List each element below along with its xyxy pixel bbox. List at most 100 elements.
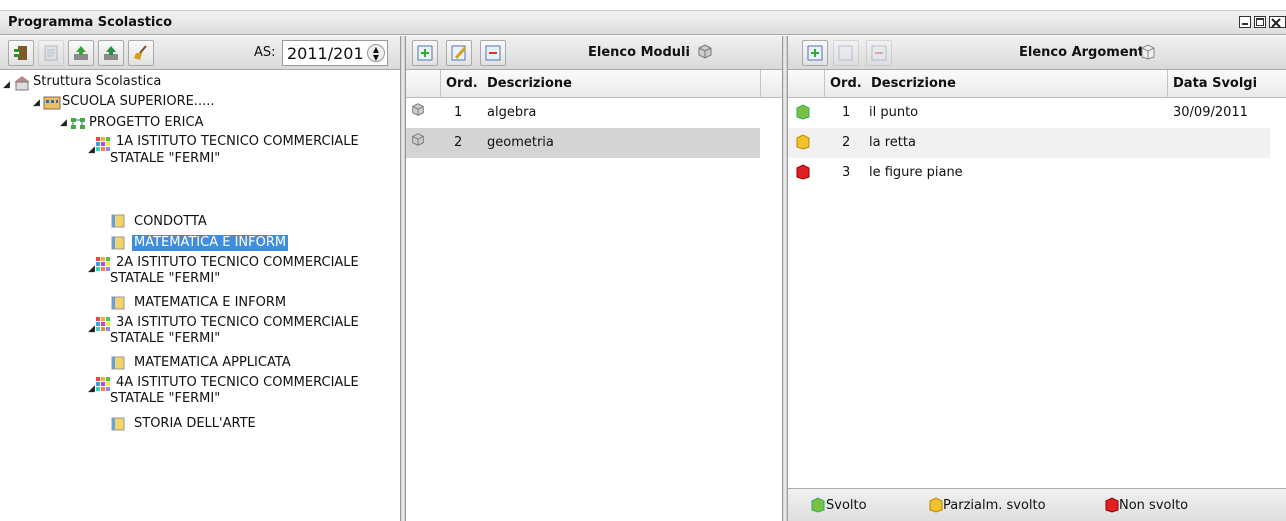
modules-toolbar: Elenco Moduli	[406, 36, 782, 70]
subject-icon	[111, 356, 125, 370]
status-partial-icon	[929, 497, 943, 513]
maximize-button[interactable]	[1254, 16, 1266, 28]
tree-school[interactable]: SCUOLA SUPERIORE.....	[62, 94, 214, 110]
column-header-description[interactable]: Descrizione	[871, 76, 956, 91]
collapse-arrow-icon[interactable]: ◢	[88, 384, 95, 394]
tree-subject-selected[interactable]: MATEMATICA E INFORM	[132, 235, 289, 251]
as-label: AS:	[254, 45, 276, 60]
edit-topic-button[interactable]	[833, 40, 859, 66]
topics-toolbar: Elenco Argomenti	[788, 36, 1286, 70]
status-legend: Svolto Parzialm. svolto Non svolto	[788, 488, 1286, 521]
class-icon	[96, 317, 110, 331]
document-icon	[44, 45, 58, 61]
tree-pane: AS: 2011/201 ▲ ▼ ◢ Struttura Scolastica ◢…	[0, 36, 400, 521]
legend-partial: Parzialm. svolto	[943, 498, 1046, 513]
tree-class-3-line1[interactable]: 3A ISTITUTO TECNICO COMMERCIALE	[116, 315, 359, 331]
legend-done: Svolto	[826, 498, 867, 513]
topics-title: Elenco Argomenti	[1019, 45, 1149, 60]
school-icon	[43, 96, 61, 110]
legend-not-done: Non svolto	[1119, 498, 1189, 513]
modules-title: Elenco Moduli	[588, 45, 690, 60]
minimize-button[interactable]	[1239, 16, 1251, 28]
modules-pane: Elenco Moduli Ord. Descrizione 1 algebra…	[406, 36, 782, 521]
subject-icon	[111, 417, 125, 431]
add-topic-button[interactable]	[802, 40, 828, 66]
status-not-done-icon	[796, 164, 810, 180]
module-icon	[412, 133, 424, 146]
collapse-arrow-icon[interactable]: ◢	[88, 324, 95, 334]
tree-root[interactable]: Struttura Scolastica	[33, 74, 161, 90]
tree-subject[interactable]: STORIA DELL'ARTE	[134, 416, 256, 432]
spinner-arrows-icon[interactable]: ▲ ▼	[367, 44, 385, 62]
edit-icon	[451, 45, 467, 61]
broom-icon	[134, 45, 147, 60]
subject-icon	[111, 214, 125, 228]
status-partial-icon	[796, 134, 810, 150]
window-titlebar: Programma Scolastico	[0, 11, 1286, 35]
topics-box-icon	[1141, 44, 1155, 60]
class-icon	[96, 377, 110, 391]
tree-class-4-line1[interactable]: 4A ISTITUTO TECNICO COMMERCIALE	[116, 375, 359, 391]
delete-row-icon	[871, 45, 887, 61]
top-strip	[0, 0, 1286, 11]
column-header-description[interactable]: Descrizione	[487, 76, 572, 91]
subject-icon	[111, 236, 125, 250]
tree-class-4-line2[interactable]: STATALE "FERMI"	[110, 391, 220, 407]
cell-ord: 2	[842, 135, 851, 150]
tree-toolbar: AS: 2011/201 ▲ ▼	[0, 36, 400, 70]
add-module-button[interactable]	[412, 40, 438, 66]
academic-year-value: 2011/201	[287, 44, 364, 63]
cell-ord: 3	[842, 165, 851, 180]
status-done-icon	[796, 104, 810, 120]
import-button[interactable]	[68, 40, 94, 66]
document-button[interactable]	[38, 40, 64, 66]
tree-subject[interactable]: CONDOTTA	[134, 214, 207, 230]
table-row[interactable]: 1 il punto 30/09/2011	[788, 98, 1270, 128]
tree-project[interactable]: PROGETTO ERICA	[89, 115, 203, 131]
window-title: Programma Scolastico	[8, 15, 173, 30]
export-icon	[104, 46, 118, 60]
cell-description: il punto	[869, 105, 919, 120]
import-icon	[74, 46, 88, 60]
exit-button[interactable]	[8, 40, 34, 66]
modules-cube-icon	[698, 44, 712, 59]
tree-class-3-line2[interactable]: STATALE "FERMI"	[110, 331, 220, 347]
export-button[interactable]	[98, 40, 124, 66]
class-icon	[96, 137, 110, 151]
column-header-date[interactable]: Data Svolgi	[1173, 76, 1269, 91]
edit-module-button[interactable]	[446, 40, 472, 66]
cell-description: la retta	[869, 135, 916, 150]
exit-door-icon	[14, 46, 27, 60]
collapse-arrow-icon[interactable]: ◢	[33, 98, 40, 108]
edit-icon	[838, 45, 853, 61]
close-button[interactable]	[1269, 16, 1286, 28]
table-row[interactable]: 1 algebra	[406, 98, 782, 128]
tree-class-1-line2[interactable]: STATALE "FERMI"	[110, 151, 220, 167]
collapse-arrow-icon[interactable]: ◢	[60, 118, 67, 128]
column-header-ord[interactable]: Ord.	[446, 76, 478, 91]
delete-module-button[interactable]	[480, 40, 506, 66]
tree-subject[interactable]: MATEMATICA APPLICATA	[134, 355, 291, 371]
cell-description: le figure piane	[869, 165, 963, 180]
tree-class-2-line1[interactable]: 2A ISTITUTO TECNICO COMMERCIALE	[116, 255, 359, 271]
tree-class-1-line1[interactable]: 1A ISTITUTO TECNICO COMMERCIALE	[116, 134, 359, 150]
tree-subject[interactable]: MATEMATICA E INFORM	[134, 295, 286, 311]
clean-button[interactable]	[128, 40, 154, 66]
status-not-done-icon	[1105, 497, 1119, 513]
column-header-ord[interactable]: Ord.	[830, 76, 862, 91]
academic-year-spinner[interactable]: 2011/201 ▲ ▼	[282, 40, 388, 66]
modules-table-header: Ord. Descrizione	[406, 70, 782, 98]
add-row-icon	[417, 45, 433, 61]
collapse-arrow-icon[interactable]: ◢	[88, 264, 95, 274]
tree-class-2-line2[interactable]: STATALE "FERMI"	[110, 271, 220, 287]
delete-row-icon	[485, 45, 501, 61]
project-icon	[71, 118, 85, 129]
add-row-icon	[807, 45, 823, 61]
table-row[interactable]: 3 le figure piane	[788, 158, 1270, 188]
table-row-selected[interactable]: 2 geometria	[406, 128, 760, 158]
delete-topic-button[interactable]	[866, 40, 892, 66]
collapse-arrow-icon[interactable]: ◢	[3, 80, 10, 90]
collapse-arrow-icon[interactable]: ◢	[88, 145, 95, 155]
table-row[interactable]: 2 la retta	[788, 128, 1270, 158]
school-building-icon	[14, 76, 30, 91]
